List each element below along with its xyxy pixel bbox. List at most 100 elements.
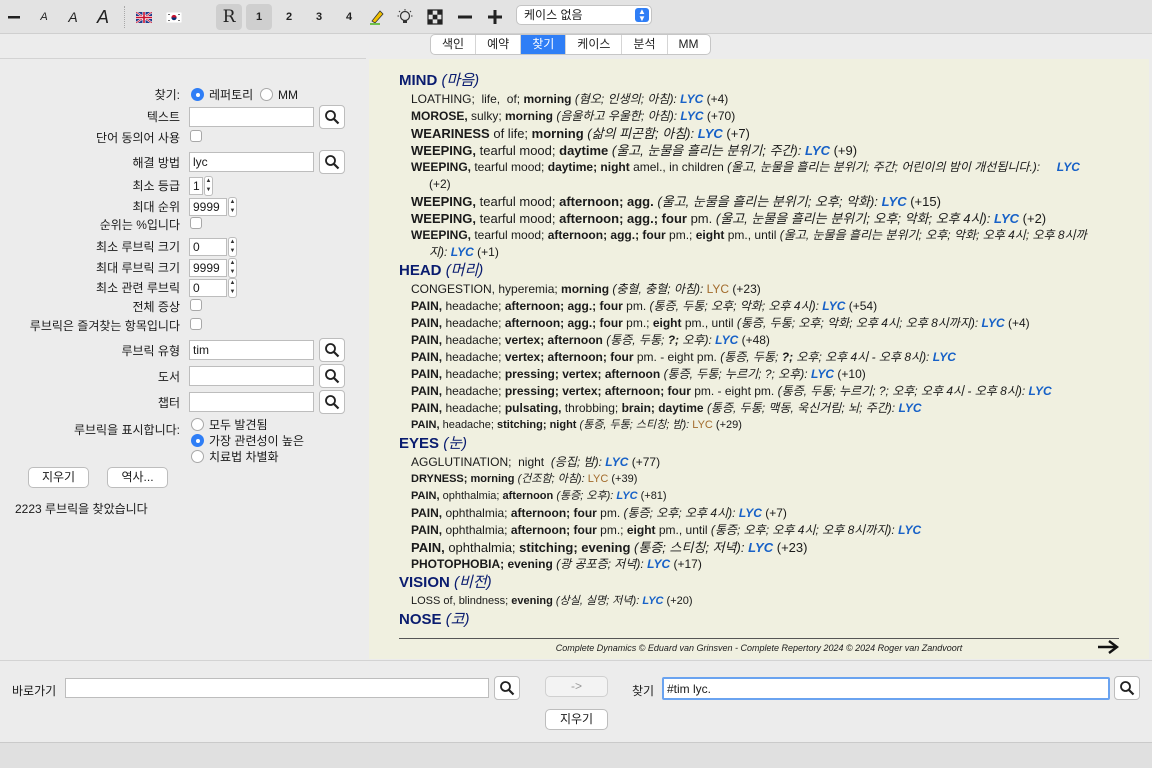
font-large-icon[interactable]: A <box>92 4 114 30</box>
min-grade-input[interactable]: 1 <box>189 177 203 195</box>
font-medium-icon[interactable]: A <box>63 4 83 30</box>
results-panel: MIND (마음) LOATHING; life, of; morning (혐오… <box>369 59 1149 659</box>
favorites-checkbox[interactable] <box>190 318 202 330</box>
max-rank-label: 최대 순위 <box>132 200 181 214</box>
chapter-heading[interactable]: NOSE (코) <box>399 610 1119 630</box>
rubric-row[interactable]: WEEPING, tearful mood; afternoon; agg. (… <box>399 193 1119 210</box>
korean-flag-icon[interactable] <box>164 4 184 30</box>
bottom-find-input[interactable]: #tim lyc. <box>662 677 1110 700</box>
rubric-row[interactable]: WEEPING, tearful mood; daytime; night am… <box>399 159 1119 193</box>
all-symptoms-checkbox[interactable] <box>190 299 202 311</box>
grid-icon[interactable] <box>424 4 446 30</box>
rubric-row[interactable]: PAIN, ophthalmia; afternoon (통증; 오후): LY… <box>399 488 1119 505</box>
book-input[interactable] <box>189 366 314 386</box>
goto-arrow-button[interactable]: -> <box>545 676 608 697</box>
chapter-search-button[interactable] <box>319 390 345 414</box>
text-input[interactable] <box>189 107 314 127</box>
max-rank-input[interactable]: 9999 <box>189 198 227 216</box>
book-search-button[interactable] <box>319 364 345 388</box>
lightbulb-icon[interactable] <box>394 4 416 30</box>
rubric-type-search-button[interactable] <box>319 338 345 362</box>
chapter-heading[interactable]: HEAD (머리) <box>399 261 1119 281</box>
rank-percent-label: 순위는 %입니다 <box>99 218 180 232</box>
min-related-input[interactable]: 0 <box>189 279 227 297</box>
repertory-button[interactable]: R <box>216 4 242 30</box>
case-select[interactable]: 케이스 없음 ▲ ▼ <box>516 5 652 25</box>
view-2-button[interactable]: 2 <box>276 4 302 30</box>
chapter-heading[interactable]: VISION (비전) <box>399 573 1119 593</box>
zoom-out-text-icon[interactable] <box>3 4 25 30</box>
rubric-row[interactable]: PAIN, headache; afternoon; agg.; four pm… <box>399 298 1119 315</box>
rubric-row[interactable]: PAIN, headache; afternoon; agg.; four pm… <box>399 315 1119 332</box>
plus-icon[interactable] <box>484 4 506 30</box>
tab-case[interactable]: 케이스 <box>566 35 623 54</box>
rubric-row[interactable]: WEARINESS of life; morning (삶의 피곤함; 아침):… <box>399 125 1119 142</box>
max-rubric-size-input[interactable]: 9999 <box>189 259 227 277</box>
rubric-row[interactable]: PAIN, headache; vertex; afternoon; four … <box>399 349 1119 366</box>
minus-icon[interactable] <box>454 4 476 30</box>
rubric-row[interactable]: PAIN, headache; pressing; vertex; aftern… <box>399 366 1119 383</box>
rubric-row[interactable]: CONGESTION, hyperemia; morning (충혈, 충혈; … <box>399 281 1119 298</box>
tab-reservation[interactable]: 예약 <box>476 35 522 54</box>
synonyms-checkbox[interactable] <box>190 130 202 142</box>
font-small-icon[interactable]: A <box>34 4 54 30</box>
goto-search-button[interactable] <box>494 676 520 700</box>
rubric-row[interactable]: PAIN, headache; stitching; night (통증, 두통… <box>399 417 1119 434</box>
rubric-row[interactable]: PAIN, headache; vertex; afternoon (통증, 두… <box>399 332 1119 349</box>
rubric-row[interactable]: PAIN, ophthalmia; stitching; evening (통증… <box>399 539 1119 556</box>
next-page-arrow-icon[interactable] <box>1097 637 1119 660</box>
rubric-row[interactable]: DRYNESS; morning (건조함; 아침): LYC (+39) <box>399 471 1119 488</box>
find-repertory-radio[interactable] <box>191 88 204 101</box>
min-rubric-size-input[interactable]: 0 <box>189 238 227 256</box>
min-grade-stepper[interactable]: ▲ ▼ <box>204 176 213 196</box>
rubric-type-input[interactable]: tim <box>189 340 314 360</box>
tab-find[interactable]: 찾기 <box>521 35 567 54</box>
goto-input[interactable] <box>65 678 489 698</box>
find-mm-radio[interactable] <box>260 88 273 101</box>
tab-analysis[interactable]: 분석 <box>622 35 668 54</box>
rubric-row[interactable]: PHOTOPHOBIA; evening (광 공포증; 저녁): LYC (+… <box>399 556 1119 573</box>
min-rubric-size-label: 최소 루브릭 크기 <box>96 240 180 254</box>
show-diff-radio[interactable] <box>191 450 204 463</box>
view-2-label: 2 <box>285 11 293 23</box>
bottom-find-search-button[interactable] <box>1114 676 1140 700</box>
view-4-label: 4 <box>345 11 353 23</box>
rubric-row[interactable]: PAIN, ophthalmia; afternoon; four pm. (통… <box>399 505 1119 522</box>
remedy-search-button[interactable] <box>319 150 345 174</box>
rank-percent-checkbox[interactable] <box>190 217 202 229</box>
chapter-translation: (머리) <box>445 262 484 279</box>
toolbar: A A A R 1 2 3 4 케이스 없음 ▲ ▼ <box>0 0 1152 34</box>
history-button[interactable]: 역사... <box>107 467 168 488</box>
min-rubric-size-stepper[interactable]: ▲ ▼ <box>228 237 237 257</box>
view-3-button[interactable]: 3 <box>306 4 332 30</box>
max-rank-stepper[interactable]: ▲ ▼ <box>228 197 237 217</box>
view-4-button[interactable]: 4 <box>336 4 362 30</box>
show-relevant-radio[interactable] <box>191 434 204 447</box>
rubric-row[interactable]: PAIN, headache; pulsating, throbbing; br… <box>399 400 1119 417</box>
show-all-radio[interactable] <box>191 418 204 431</box>
bottom-clear-button[interactable]: 지우기 <box>545 709 608 730</box>
rubric-row[interactable]: WEEPING, tearful mood; afternoon; agg.; … <box>399 210 1119 227</box>
rubric-row[interactable]: LOATHING; life, of; morning (혐오; 인생의; 아침… <box>399 91 1119 108</box>
rubric-row[interactable]: AGGLUTINATION; night (응집; 밤): LYC (+77) <box>399 454 1119 471</box>
english-flag-icon[interactable] <box>134 4 154 30</box>
rubric-row[interactable]: PAIN, headache; pressing; vertex; aftern… <box>399 383 1119 400</box>
tab-index[interactable]: 색인 <box>431 35 477 54</box>
highlighter-icon[interactable] <box>366 4 388 30</box>
max-rubric-size-stepper[interactable]: ▲ ▼ <box>228 258 237 278</box>
text-search-button[interactable] <box>319 105 345 129</box>
rubric-row[interactable]: MOROSE, sulky; morning (음울하고 우울한; 아침): L… <box>399 108 1119 125</box>
chapter-input[interactable] <box>189 392 314 412</box>
favorites-label: 루브릭은 즐겨찾는 항목입니다 <box>29 319 180 333</box>
chapter-heading[interactable]: EYES (눈) <box>399 434 1119 454</box>
rubric-row[interactable]: PAIN, ophthalmia; afternoon; four pm.; e… <box>399 522 1119 539</box>
rubric-row[interactable]: WEEPING, tearful mood; daytime (울고, 눈물을 … <box>399 142 1119 159</box>
chapter-heading[interactable]: MIND (마음) <box>399 71 1119 91</box>
rubric-row[interactable]: WEEPING, tearful mood; afternoon; agg.; … <box>399 227 1119 261</box>
remedy-input[interactable]: lyc <box>189 152 314 172</box>
rubric-row[interactable]: LOSS of, blindness; evening (상실, 실명; 저녁)… <box>399 593 1119 610</box>
tab-mm[interactable]: MM <box>668 35 710 54</box>
min-related-stepper[interactable]: ▲ ▼ <box>228 278 237 298</box>
clear-button[interactable]: 지우기 <box>28 467 89 488</box>
view-1-button[interactable]: 1 <box>246 4 272 30</box>
